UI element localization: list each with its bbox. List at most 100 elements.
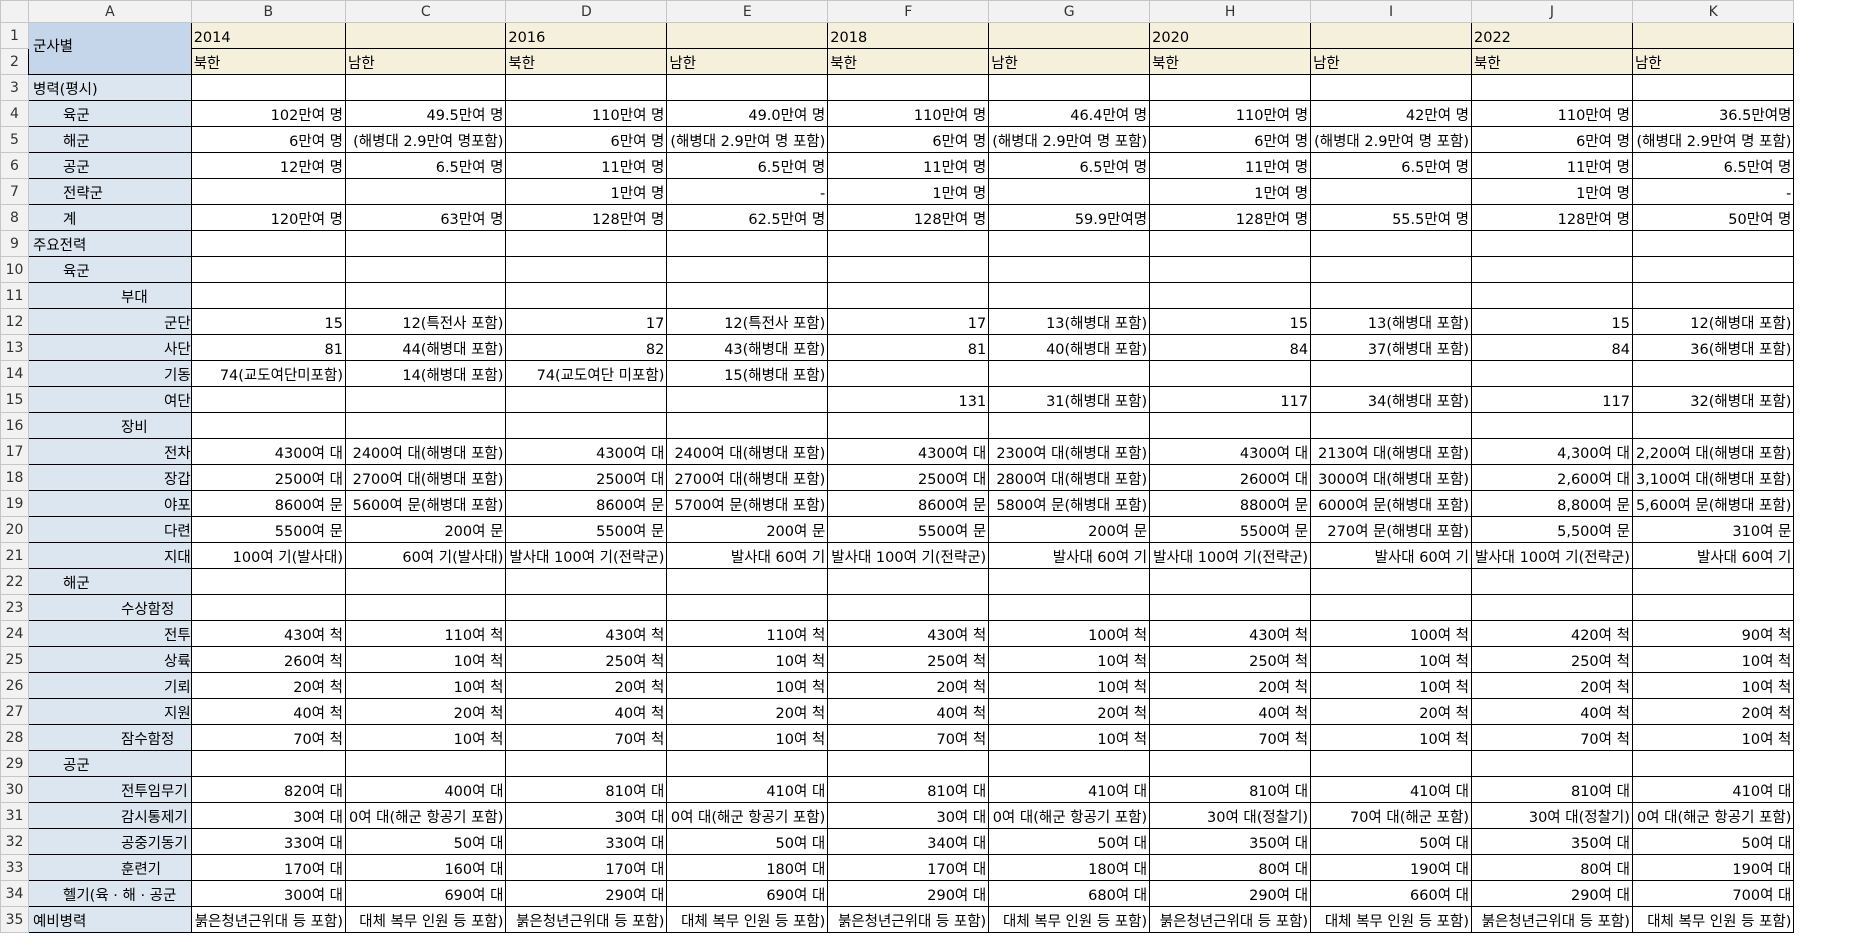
- value-cell[interactable]: 4300여 대: [827, 438, 990, 465]
- value-cell[interactable]: 발사대 60여 기: [988, 542, 1151, 569]
- value-cell[interactable]: 2700여 대(해병대 포함): [344, 464, 507, 491]
- value-cell[interactable]: 49.0만여 명: [666, 100, 829, 127]
- row-header[interactable]: 12: [0, 308, 29, 335]
- value-cell[interactable]: 5800여 문(해병대 포함): [988, 490, 1151, 517]
- value-cell[interactable]: 810여 대: [1149, 776, 1312, 803]
- value-cell[interactable]: [1310, 750, 1472, 777]
- value-cell[interactable]: 10여 척: [988, 646, 1151, 673]
- value-cell[interactable]: 80여 대: [1471, 854, 1633, 881]
- value-cell[interactable]: [190, 256, 346, 283]
- row-header[interactable]: 8: [0, 204, 29, 231]
- category-label-cell[interactable]: 육군: [28, 100, 192, 127]
- value-cell[interactable]: [344, 594, 507, 621]
- value-cell[interactable]: [666, 750, 829, 777]
- value-cell[interactable]: 2500여 대: [190, 464, 346, 491]
- value-cell[interactable]: 5500여 문: [190, 516, 346, 543]
- category-label-cell[interactable]: 장갑: [28, 464, 192, 491]
- row-header[interactable]: 7: [0, 178, 29, 205]
- value-cell[interactable]: [666, 282, 829, 309]
- value-cell[interactable]: [666, 74, 829, 101]
- value-cell[interactable]: 20여 척: [1631, 698, 1795, 725]
- value-cell[interactable]: [344, 282, 507, 309]
- value-cell[interactable]: 2400여 대(해병대 포함): [666, 438, 829, 465]
- value-cell[interactable]: 5500여 문: [827, 516, 990, 543]
- value-cell[interactable]: [1471, 360, 1633, 387]
- category-label-cell[interactable]: 장비: [28, 412, 192, 439]
- value-cell[interactable]: [1149, 230, 1312, 257]
- row-header[interactable]: 11: [0, 282, 29, 309]
- value-cell[interactable]: [988, 230, 1151, 257]
- value-cell[interactable]: 2500여 대: [827, 464, 990, 491]
- value-cell[interactable]: [988, 750, 1151, 777]
- value-cell[interactable]: [190, 74, 346, 101]
- row-header[interactable]: 19: [0, 490, 29, 517]
- value-cell[interactable]: 40여 척: [1149, 698, 1312, 725]
- value-cell[interactable]: 2,200여 대(해병대 포함): [1631, 438, 1795, 465]
- value-cell[interactable]: [988, 360, 1151, 387]
- row-header[interactable]: 24: [0, 620, 29, 647]
- value-cell[interactable]: [505, 750, 668, 777]
- category-label-cell[interactable]: 계: [28, 204, 192, 231]
- value-cell[interactable]: 8,800여 문: [1471, 490, 1633, 517]
- value-cell[interactable]: 90여 척: [1631, 620, 1795, 647]
- category-label-cell[interactable]: 야포: [28, 490, 192, 517]
- row-header[interactable]: 16: [0, 412, 29, 439]
- value-cell[interactable]: 82: [505, 334, 668, 361]
- column-header-k[interactable]: K: [1631, 0, 1795, 23]
- row-header[interactable]: 3: [0, 74, 29, 101]
- value-cell[interactable]: [1310, 74, 1472, 101]
- value-cell[interactable]: [190, 386, 346, 413]
- value-cell[interactable]: 350여 대: [1471, 828, 1633, 855]
- value-cell[interactable]: 59.9만여명: [988, 204, 1151, 231]
- value-cell[interactable]: [827, 568, 990, 595]
- category-label-cell[interactable]: 예비병력: [28, 906, 192, 933]
- value-cell[interactable]: 250여 척: [827, 646, 990, 673]
- value-cell[interactable]: 20여 척: [666, 698, 829, 725]
- value-cell[interactable]: 30여 대: [827, 802, 990, 829]
- value-cell[interactable]: 60여 기(발사대): [344, 542, 507, 569]
- value-cell[interactable]: 붉은청년근위대 등 포함): [190, 906, 346, 933]
- value-cell[interactable]: 20여 척: [344, 698, 507, 725]
- value-cell[interactable]: 8600여 문: [505, 490, 668, 517]
- value-cell[interactable]: 100여 기(발사대): [190, 542, 346, 569]
- value-cell[interactable]: [1149, 74, 1312, 101]
- value-cell[interactable]: 12(특전사 포함): [344, 308, 507, 335]
- category-label-cell[interactable]: 육군: [28, 256, 192, 283]
- value-cell[interactable]: 20여 척: [1471, 672, 1633, 699]
- value-cell[interactable]: 84: [1471, 334, 1633, 361]
- value-cell[interactable]: 290여 대: [827, 880, 990, 907]
- value-cell[interactable]: [988, 594, 1151, 621]
- value-cell[interactable]: 6.5만여 명: [1310, 152, 1472, 179]
- row-header[interactable]: 21: [0, 542, 29, 569]
- value-cell[interactable]: 대체 복무 인원 등 포함): [666, 906, 829, 933]
- value-cell[interactable]: 310여 문: [1631, 516, 1795, 543]
- value-cell[interactable]: 대체 복무 인원 등 포함): [1310, 906, 1472, 933]
- value-cell[interactable]: 발사대 100여 기(전략군): [1149, 542, 1312, 569]
- value-cell[interactable]: [344, 568, 507, 595]
- value-cell[interactable]: (해병대 2.9만여 명 포함): [1310, 126, 1472, 153]
- value-cell[interactable]: [1631, 230, 1795, 257]
- value-cell[interactable]: 180여 대: [666, 854, 829, 881]
- value-cell[interactable]: 74(교도여단미포함): [190, 360, 346, 387]
- value-cell[interactable]: [505, 568, 668, 595]
- value-cell[interactable]: 250여 척: [1471, 646, 1633, 673]
- value-cell[interactable]: 31(해병대 포함): [988, 386, 1151, 413]
- value-cell[interactable]: 발사대 100여 기(전략군): [505, 542, 668, 569]
- value-cell[interactable]: [344, 256, 507, 283]
- north-korea-header-cell[interactable]: 북한: [505, 48, 668, 75]
- value-cell[interactable]: 42만여 명: [1310, 100, 1472, 127]
- category-label-cell[interactable]: 해군: [28, 568, 192, 595]
- corner-label-cell[interactable]: 군사별: [28, 22, 192, 75]
- value-cell[interactable]: [190, 750, 346, 777]
- category-label-cell[interactable]: 공중기동기: [28, 828, 192, 855]
- value-cell[interactable]: 20여 척: [988, 698, 1151, 725]
- category-label-cell[interactable]: 해군: [28, 126, 192, 153]
- value-cell[interactable]: 270여 문(해병대 포함): [1310, 516, 1472, 543]
- category-label-cell[interactable]: 전차: [28, 438, 192, 465]
- value-cell[interactable]: 13(해병대 포함): [988, 308, 1151, 335]
- value-cell[interactable]: 810여 대: [505, 776, 668, 803]
- value-cell[interactable]: 8600여 문: [827, 490, 990, 517]
- value-cell[interactable]: 128만여 명: [1149, 204, 1312, 231]
- row-header[interactable]: 31: [0, 802, 29, 829]
- value-cell[interactable]: [827, 282, 990, 309]
